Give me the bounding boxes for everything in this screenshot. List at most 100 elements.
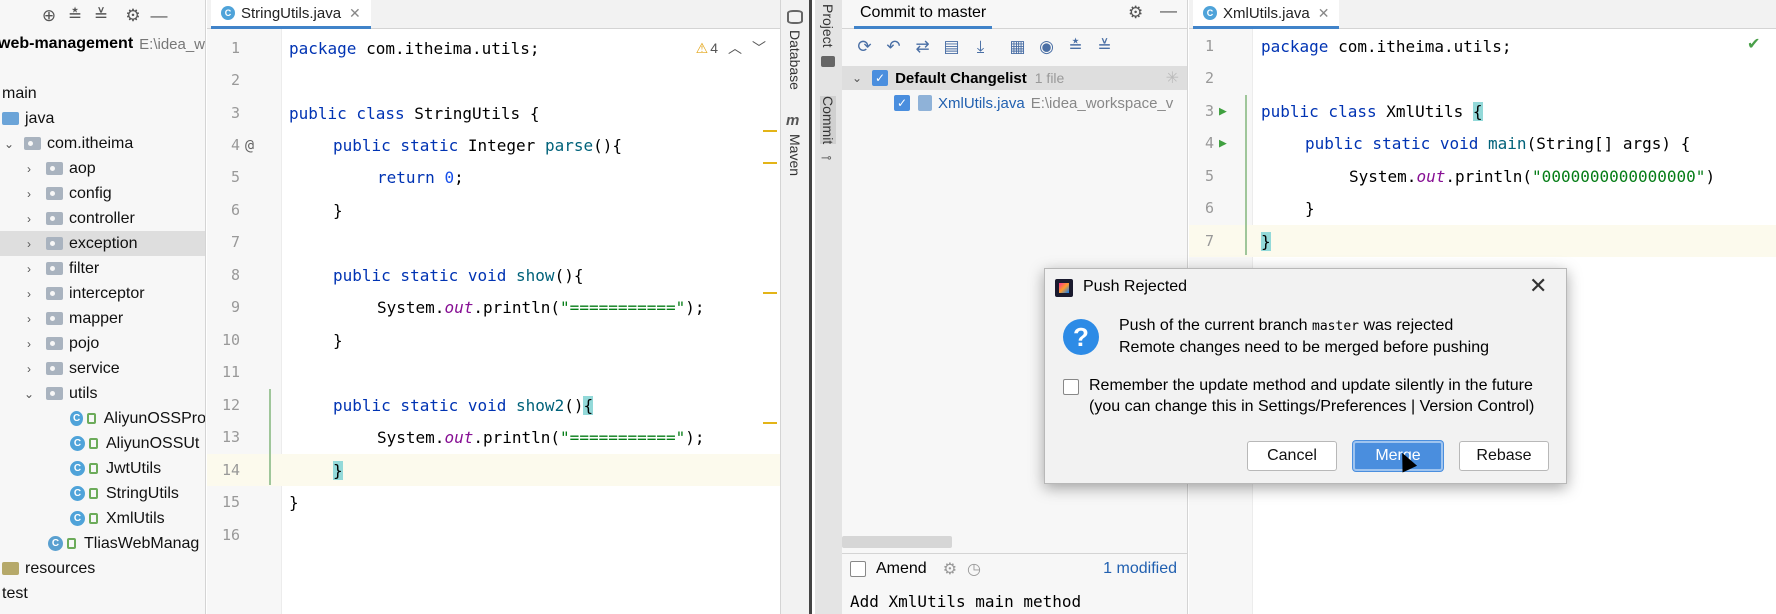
tree-item-interceptor[interactable]: › interceptor bbox=[0, 281, 205, 306]
gear-icon[interactable]: ⚙ bbox=[943, 559, 957, 579]
chevron-right-icon[interactable]: › bbox=[22, 187, 36, 201]
locate-icon[interactable]: ⊕ bbox=[36, 4, 62, 28]
collapse-all-icon[interactable]: ≚ bbox=[88, 4, 114, 28]
chevron-down-icon[interactable]: ⌄ bbox=[852, 71, 862, 85]
expand-all-icon[interactable]: ≛ bbox=[62, 4, 88, 28]
group-by-icon[interactable]: ▦ bbox=[1003, 33, 1032, 61]
run-icon[interactable]: ▶ bbox=[1219, 104, 1227, 119]
close-icon[interactable]: ✕ bbox=[349, 5, 361, 22]
folder-icon[interactable] bbox=[821, 56, 835, 67]
cancel-button[interactable]: Cancel bbox=[1247, 441, 1337, 471]
changelist-row[interactable]: ⌄ ✓ Default Changelist 1 file ✳ bbox=[842, 66, 1187, 90]
package-icon bbox=[46, 162, 63, 175]
code-line: 16 bbox=[221, 526, 240, 544]
gear-icon[interactable]: ⚙ bbox=[1128, 3, 1143, 23]
shelve-icon[interactable]: ⤓ bbox=[966, 33, 995, 61]
tree-item-xmlutils[interactable]: C XmlUtils bbox=[0, 506, 205, 531]
chevron-right-icon[interactable]: › bbox=[22, 362, 36, 376]
commit-message-input[interactable]: Add XmlUtils main method bbox=[850, 592, 1081, 611]
warning-stripe[interactable] bbox=[763, 162, 777, 164]
project-root[interactable]: web-management E:\idea_w bbox=[0, 33, 205, 55]
class-icon: C bbox=[70, 411, 84, 426]
loading-icon: ✳ bbox=[1165, 70, 1179, 87]
project-tool-button[interactable]: Project bbox=[820, 4, 836, 48]
warning-stripe[interactable] bbox=[763, 292, 777, 294]
hide-icon[interactable]: — bbox=[146, 4, 172, 28]
hide-icon[interactable]: — bbox=[1160, 1, 1177, 21]
tree-item-com-itheima[interactable]: ⌄ com.itheima bbox=[0, 131, 205, 156]
expand-all-icon[interactable]: ≛ bbox=[1061, 33, 1090, 61]
class-icon: C bbox=[70, 486, 85, 501]
history-icon[interactable]: ◷ bbox=[967, 559, 981, 579]
rebase-button[interactable]: Rebase bbox=[1459, 441, 1549, 471]
chevron-right-icon[interactable]: › bbox=[22, 337, 36, 351]
change-marker bbox=[269, 389, 271, 485]
changelist-icon[interactable]: ▤ bbox=[937, 33, 966, 61]
tree-item-test[interactable]: test bbox=[0, 581, 205, 606]
chevron-down-icon[interactable]: ⌄ bbox=[2, 137, 16, 151]
close-icon[interactable]: ✕ bbox=[1529, 273, 1547, 299]
commit-icon[interactable]: ⊸ bbox=[821, 150, 832, 166]
tree-item-jwtutils[interactable]: C JwtUtils bbox=[0, 456, 205, 481]
refresh-icon[interactable]: ⟳ bbox=[850, 33, 879, 61]
collapse-all-icon[interactable]: ≚ bbox=[1090, 33, 1119, 61]
tree-item-mapper[interactable]: › mapper bbox=[0, 306, 205, 331]
diff-icon[interactable]: ⇄ bbox=[908, 33, 937, 61]
warning-stripe[interactable] bbox=[763, 130, 777, 132]
tree-item-resources[interactable]: resources bbox=[0, 556, 205, 581]
database-tool-button[interactable]: Database bbox=[787, 30, 803, 90]
commit-tool-button[interactable]: Commit bbox=[820, 96, 836, 145]
remember-checkbox[interactable] bbox=[1063, 379, 1079, 395]
tree-item-aliyunossut[interactable]: C AliyunOSSUt bbox=[0, 431, 205, 456]
chevron-right-icon[interactable]: › bbox=[22, 162, 36, 176]
amend-checkbox[interactable] bbox=[850, 560, 866, 577]
warning-stripe[interactable] bbox=[763, 422, 777, 424]
tree-item-controller[interactable]: › controller bbox=[0, 206, 205, 231]
editor-stringutils[interactable]: C StringUtils.java ✕ ⚠ 4 ︿ ﹀ 1 package c… bbox=[207, 0, 780, 614]
rollback-icon[interactable]: ↶ bbox=[879, 33, 908, 61]
commit-title[interactable]: Commit to master bbox=[854, 0, 993, 29]
tree-item-pojo[interactable]: › pojo bbox=[0, 331, 205, 356]
chevron-right-icon[interactable]: › bbox=[22, 262, 36, 276]
tree-item-aop[interactable]: › aop bbox=[0, 156, 205, 181]
tree-item-main[interactable]: main bbox=[0, 81, 205, 106]
gear-icon[interactable]: ⚙ bbox=[120, 4, 146, 28]
package-icon bbox=[46, 237, 63, 250]
left-tool-strip: Project Commit ⊸ bbox=[815, 0, 842, 614]
tree-item-filter[interactable]: › filter bbox=[0, 256, 205, 281]
tree-item-aliyunosspro[interactable]: C AliyunOSSPro bbox=[0, 406, 205, 431]
annotation-icon[interactable]: @ bbox=[245, 136, 254, 154]
changelist-checkbox[interactable]: ✓ bbox=[872, 70, 889, 86]
changed-file-row[interactable]: ✓ XmlUtils.java E:\idea_workspace_v bbox=[842, 91, 1187, 115]
editor-tabbar: C StringUtils.java ✕ bbox=[207, 0, 780, 29]
tab-stringutils[interactable]: C StringUtils.java ✕ bbox=[211, 0, 371, 29]
maven-icon[interactable]: m bbox=[786, 112, 799, 129]
code-line: 1 package com.itheima.utils; bbox=[1204, 36, 1512, 56]
class-icon: C bbox=[221, 6, 235, 20]
tree-item-java[interactable]: java bbox=[0, 106, 205, 131]
tree-item-service[interactable]: › service bbox=[0, 356, 205, 381]
horizontal-scrollbar[interactable] bbox=[842, 536, 952, 548]
code-line: 5 System.out.println("0000000000000000") bbox=[1204, 166, 1716, 186]
tab-xmlutils[interactable]: C XmlUtils.java ✕ bbox=[1193, 0, 1340, 29]
tree-item-utils[interactable]: ⌄ utils bbox=[0, 381, 205, 406]
maven-tool-button[interactable]: Maven bbox=[787, 134, 803, 176]
code-line: 4 ▶ public static void main(String[] arg… bbox=[1204, 133, 1691, 153]
chevron-down-icon[interactable]: ⌄ bbox=[22, 387, 36, 401]
chevron-right-icon[interactable]: › bbox=[22, 212, 36, 226]
chevron-right-icon[interactable]: › bbox=[22, 287, 36, 301]
tree-item-exception[interactable]: › exception bbox=[0, 231, 205, 256]
tree-item-stringutils[interactable]: C StringUtils bbox=[0, 481, 205, 506]
run-icon[interactable]: ▶ bbox=[1219, 136, 1227, 151]
remember-label[interactable]: Remember the update method and update si… bbox=[1089, 377, 1533, 395]
modified-link[interactable]: 1 modified bbox=[1103, 560, 1177, 578]
code-line: 4 @ public static Integer parse(){ bbox=[230, 135, 623, 155]
eye-icon[interactable]: ◉ bbox=[1032, 33, 1061, 61]
file-checkbox[interactable]: ✓ bbox=[894, 95, 910, 111]
chevron-right-icon[interactable]: › bbox=[22, 312, 36, 326]
database-icon[interactable] bbox=[787, 10, 803, 24]
chevron-right-icon[interactable]: › bbox=[22, 237, 36, 251]
tree-item-tliaswebmanag[interactable]: C TliasWebManag bbox=[0, 531, 205, 556]
tree-item-config[interactable]: › config bbox=[0, 181, 205, 206]
close-icon[interactable]: ✕ bbox=[1318, 5, 1330, 22]
